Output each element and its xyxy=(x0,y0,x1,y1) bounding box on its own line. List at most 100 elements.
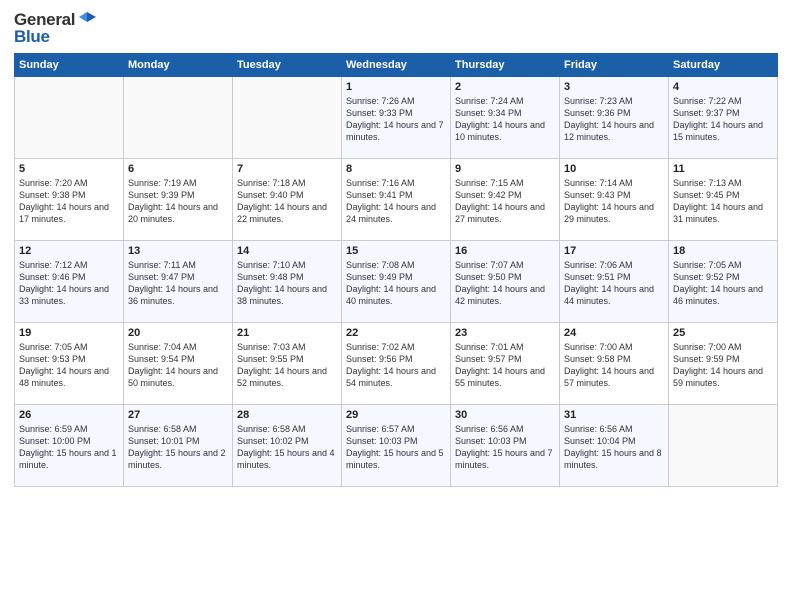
calendar-cell: 27 Sunrise: 6:58 AMSunset: 10:01 PMDaylig… xyxy=(124,405,233,487)
calendar-cell: 2 Sunrise: 7:24 AMSunset: 9:34 PMDaylight… xyxy=(451,77,560,159)
day-number: 7 xyxy=(237,163,337,175)
calendar-cell: 14 Sunrise: 7:10 AMSunset: 9:48 PMDayligh… xyxy=(233,241,342,323)
calendar-cell: 3 Sunrise: 7:23 AMSunset: 9:36 PMDaylight… xyxy=(560,77,669,159)
calendar-cell xyxy=(15,77,124,159)
cell-content: Sunrise: 7:06 AMSunset: 9:51 PMDaylight:… xyxy=(564,259,664,308)
calendar-cell: 29 Sunrise: 6:57 AMSunset: 10:03 PMDaylig… xyxy=(342,405,451,487)
day-number: 25 xyxy=(673,327,773,339)
day-header-thursday: Thursday xyxy=(451,54,560,77)
calendar-cell: 6 Sunrise: 7:19 AMSunset: 9:39 PMDaylight… xyxy=(124,159,233,241)
calendar-cell: 17 Sunrise: 7:06 AMSunset: 9:51 PMDayligh… xyxy=(560,241,669,323)
week-row-4: 19Sunrise: 7:05 AMSunset: 9:53 PMDayligh… xyxy=(15,323,778,405)
calendar-cell xyxy=(233,77,342,159)
calendar-cell: 7 Sunrise: 7:18 AMSunset: 9:40 PMDaylight… xyxy=(233,159,342,241)
calendar-cell: 10Sunrise: 7:14 AMSunset: 9:43 PMDayligh… xyxy=(560,159,669,241)
logo: General Blue xyxy=(14,10,97,47)
week-row-2: 5Sunrise: 7:20 AMSunset: 9:38 PMDaylight… xyxy=(15,159,778,241)
week-row-1: 1 Sunrise: 7:26 AMSunset: 9:33 PMDaylight… xyxy=(15,77,778,159)
day-number: 18 xyxy=(673,245,773,257)
day-headers-row: SundayMondayTuesdayWednesdayThursdayFrid… xyxy=(15,54,778,77)
calendar-cell: 25 Sunrise: 7:00 AMSunset: 9:59 PMDayligh… xyxy=(669,323,778,405)
logo-blue: Blue xyxy=(14,27,50,47)
cell-content: Sunrise: 6:57 AMSunset: 10:03 PMDaylight… xyxy=(346,423,446,472)
day-number: 12 xyxy=(19,245,119,257)
day-number: 13 xyxy=(128,245,228,257)
calendar-cell: 28 Sunrise: 6:58 AMSunset: 10:02 PMDaylig… xyxy=(233,405,342,487)
day-number: 30 xyxy=(455,409,555,421)
cell-content: Sunrise: 7:24 AMSunset: 9:34 PMDaylight:… xyxy=(455,95,555,144)
day-number: 5 xyxy=(19,163,119,175)
cell-content: Sunrise: 7:02 AMSunset: 9:56 PMDaylight:… xyxy=(346,341,446,390)
calendar-cell: 16 Sunrise: 7:07 AMSunset: 9:50 PMDayligh… xyxy=(451,241,560,323)
cell-content: Sunrise: 7:18 AMSunset: 9:40 PMDaylight:… xyxy=(237,177,337,226)
day-number: 24 xyxy=(564,327,664,339)
day-number: 16 xyxy=(455,245,555,257)
cell-content: Sunrise: 7:00 AMSunset: 9:58 PMDaylight:… xyxy=(564,341,664,390)
cell-content: Sunrise: 7:08 AMSunset: 9:49 PMDaylight:… xyxy=(346,259,446,308)
day-number: 20 xyxy=(128,327,228,339)
cell-content: Sunrise: 7:22 AMSunset: 9:37 PMDaylight:… xyxy=(673,95,773,144)
calendar-cell xyxy=(669,405,778,487)
calendar-container: General Blue SundayMondayTuesdayWednesda… xyxy=(0,0,792,497)
day-number: 21 xyxy=(237,327,337,339)
calendar-cell xyxy=(124,77,233,159)
calendar-cell: 1 Sunrise: 7:26 AMSunset: 9:33 PMDaylight… xyxy=(342,77,451,159)
day-number: 19 xyxy=(19,327,119,339)
calendar-cell: 21 Sunrise: 7:03 AMSunset: 9:55 PMDayligh… xyxy=(233,323,342,405)
cell-content: Sunrise: 7:10 AMSunset: 9:48 PMDaylight:… xyxy=(237,259,337,308)
day-header-wednesday: Wednesday xyxy=(342,54,451,77)
cell-content: Sunrise: 6:58 AMSunset: 10:02 PMDaylight… xyxy=(237,423,337,472)
cell-content: Sunrise: 7:05 AMSunset: 9:52 PMDaylight:… xyxy=(673,259,773,308)
cell-content: Sunrise: 7:19 AMSunset: 9:39 PMDaylight:… xyxy=(128,177,228,226)
day-header-monday: Monday xyxy=(124,54,233,77)
calendar-cell: 18 Sunrise: 7:05 AMSunset: 9:52 PMDayligh… xyxy=(669,241,778,323)
day-number: 14 xyxy=(237,245,337,257)
calendar-cell: 20 Sunrise: 7:04 AMSunset: 9:54 PMDayligh… xyxy=(124,323,233,405)
day-number: 8 xyxy=(346,163,446,175)
cell-content: Sunrise: 7:15 AMSunset: 9:42 PMDaylight:… xyxy=(455,177,555,226)
day-number: 31 xyxy=(564,409,664,421)
day-number: 1 xyxy=(346,81,446,93)
calendar-cell: 24 Sunrise: 7:00 AMSunset: 9:58 PMDayligh… xyxy=(560,323,669,405)
header: General Blue xyxy=(14,10,778,47)
calendar-cell: 8 Sunrise: 7:16 AMSunset: 9:41 PMDaylight… xyxy=(342,159,451,241)
cell-content: Sunrise: 7:07 AMSunset: 9:50 PMDaylight:… xyxy=(455,259,555,308)
calendar-cell: 12Sunrise: 7:12 AMSunset: 9:46 PMDayligh… xyxy=(15,241,124,323)
week-row-3: 12Sunrise: 7:12 AMSunset: 9:46 PMDayligh… xyxy=(15,241,778,323)
calendar-cell: 19Sunrise: 7:05 AMSunset: 9:53 PMDayligh… xyxy=(15,323,124,405)
day-header-sunday: Sunday xyxy=(15,54,124,77)
day-number: 15 xyxy=(346,245,446,257)
day-header-saturday: Saturday xyxy=(669,54,778,77)
day-number: 22 xyxy=(346,327,446,339)
cell-content: Sunrise: 7:04 AMSunset: 9:54 PMDaylight:… xyxy=(128,341,228,390)
cell-content: Sunrise: 7:03 AMSunset: 9:55 PMDaylight:… xyxy=(237,341,337,390)
calendar-cell: 5Sunrise: 7:20 AMSunset: 9:38 PMDaylight… xyxy=(15,159,124,241)
calendar-cell: 30 Sunrise: 6:56 AMSunset: 10:03 PMDaylig… xyxy=(451,405,560,487)
calendar-cell: 13Sunrise: 7:11 AMSunset: 9:47 PMDayligh… xyxy=(124,241,233,323)
day-number: 6 xyxy=(128,163,228,175)
day-number: 29 xyxy=(346,409,446,421)
calendar-table: SundayMondayTuesdayWednesdayThursdayFrid… xyxy=(14,53,778,487)
day-number: 28 xyxy=(237,409,337,421)
cell-content: Sunrise: 7:26 AMSunset: 9:33 PMDaylight:… xyxy=(346,95,446,144)
cell-content: Sunrise: 6:59 AMSunset: 10:00 PMDaylight… xyxy=(19,423,119,472)
day-number: 17 xyxy=(564,245,664,257)
day-number: 27 xyxy=(128,409,228,421)
cell-content: Sunrise: 7:14 AMSunset: 9:43 PMDaylight:… xyxy=(564,177,664,226)
calendar-cell: 22 Sunrise: 7:02 AMSunset: 9:56 PMDayligh… xyxy=(342,323,451,405)
day-header-friday: Friday xyxy=(560,54,669,77)
calendar-cell: 31Sunrise: 6:56 AMSunset: 10:04 PMDaylig… xyxy=(560,405,669,487)
calendar-cell: 26Sunrise: 6:59 AMSunset: 10:00 PMDaylig… xyxy=(15,405,124,487)
cell-content: Sunrise: 7:23 AMSunset: 9:36 PMDaylight:… xyxy=(564,95,664,144)
cell-content: Sunrise: 6:56 AMSunset: 10:03 PMDaylight… xyxy=(455,423,555,472)
week-row-5: 26Sunrise: 6:59 AMSunset: 10:00 PMDaylig… xyxy=(15,405,778,487)
day-number: 23 xyxy=(455,327,555,339)
cell-content: Sunrise: 7:00 AMSunset: 9:59 PMDaylight:… xyxy=(673,341,773,390)
cell-content: Sunrise: 6:58 AMSunset: 10:01 PMDaylight… xyxy=(128,423,228,472)
day-number: 9 xyxy=(455,163,555,175)
cell-content: Sunrise: 7:16 AMSunset: 9:41 PMDaylight:… xyxy=(346,177,446,226)
day-number: 2 xyxy=(455,81,555,93)
day-number: 3 xyxy=(564,81,664,93)
day-number: 11 xyxy=(673,163,773,175)
calendar-cell: 4Sunrise: 7:22 AMSunset: 9:37 PMDaylight… xyxy=(669,77,778,159)
